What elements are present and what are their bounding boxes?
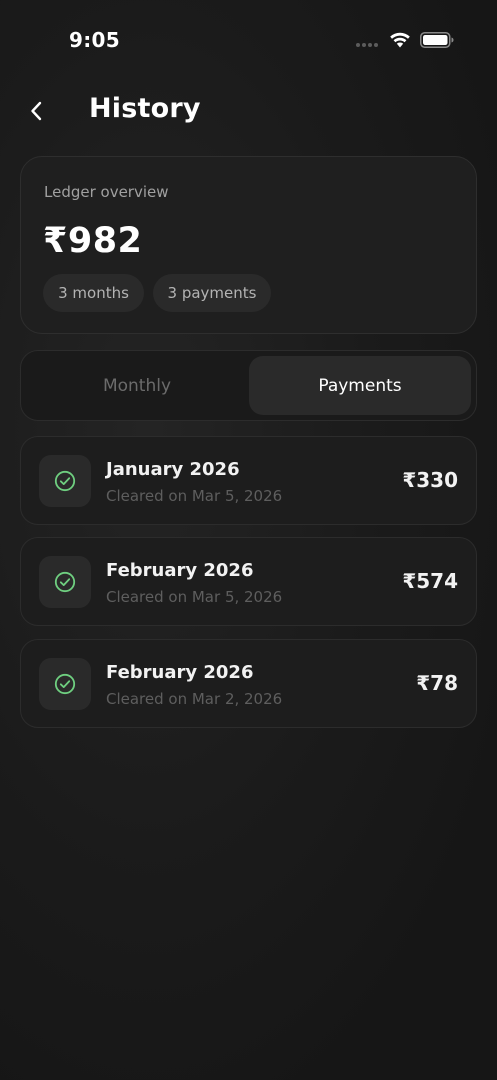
chevron-left-icon bbox=[31, 101, 42, 121]
payment-period: February 2026 bbox=[106, 560, 254, 581]
payment-amount: ₹330 bbox=[402, 468, 458, 492]
battery-icon bbox=[420, 32, 454, 48]
payment-cleared-date: Cleared on Mar 5, 2026 bbox=[106, 487, 283, 505]
back-button[interactable] bbox=[22, 96, 50, 126]
payments-count-chip: 3 payments bbox=[153, 274, 271, 312]
payment-period: January 2026 bbox=[106, 459, 240, 480]
overview-amount: ₹982 bbox=[43, 221, 143, 261]
check-circle-icon bbox=[54, 571, 76, 593]
check-circle-icon bbox=[54, 673, 76, 695]
status-time: 9:05 bbox=[69, 28, 120, 52]
signal-icon bbox=[356, 43, 378, 47]
payment-cleared-date: Cleared on Mar 2, 2026 bbox=[106, 690, 283, 708]
payment-amount: ₹78 bbox=[416, 671, 458, 695]
payment-period: February 2026 bbox=[106, 662, 254, 683]
payment-amount: ₹574 bbox=[402, 569, 458, 593]
status-bar: 9:05 bbox=[0, 0, 497, 80]
ledger-overview-card: Ledger overview ₹982 3 months 3 payments bbox=[20, 156, 477, 334]
check-badge bbox=[39, 455, 91, 507]
check-badge bbox=[39, 658, 91, 710]
check-badge bbox=[39, 556, 91, 608]
tab-payments[interactable]: Payments bbox=[249, 356, 471, 415]
wifi-icon bbox=[390, 32, 410, 48]
payment-row[interactable]: February 2026 Cleared on Mar 2, 2026 ₹78 bbox=[20, 639, 477, 728]
tab-monthly[interactable]: Monthly bbox=[26, 356, 248, 415]
payment-row[interactable]: January 2026 Cleared on Mar 5, 2026 ₹330 bbox=[20, 436, 477, 525]
overview-label: Ledger overview bbox=[44, 183, 169, 201]
payment-cleared-date: Cleared on Mar 5, 2026 bbox=[106, 588, 283, 606]
months-chip: 3 months bbox=[43, 274, 144, 312]
check-circle-icon bbox=[54, 470, 76, 492]
page-title: History bbox=[89, 93, 201, 124]
view-toggle: Monthly Payments bbox=[20, 350, 477, 421]
payment-row[interactable]: February 2026 Cleared on Mar 5, 2026 ₹57… bbox=[20, 537, 477, 626]
